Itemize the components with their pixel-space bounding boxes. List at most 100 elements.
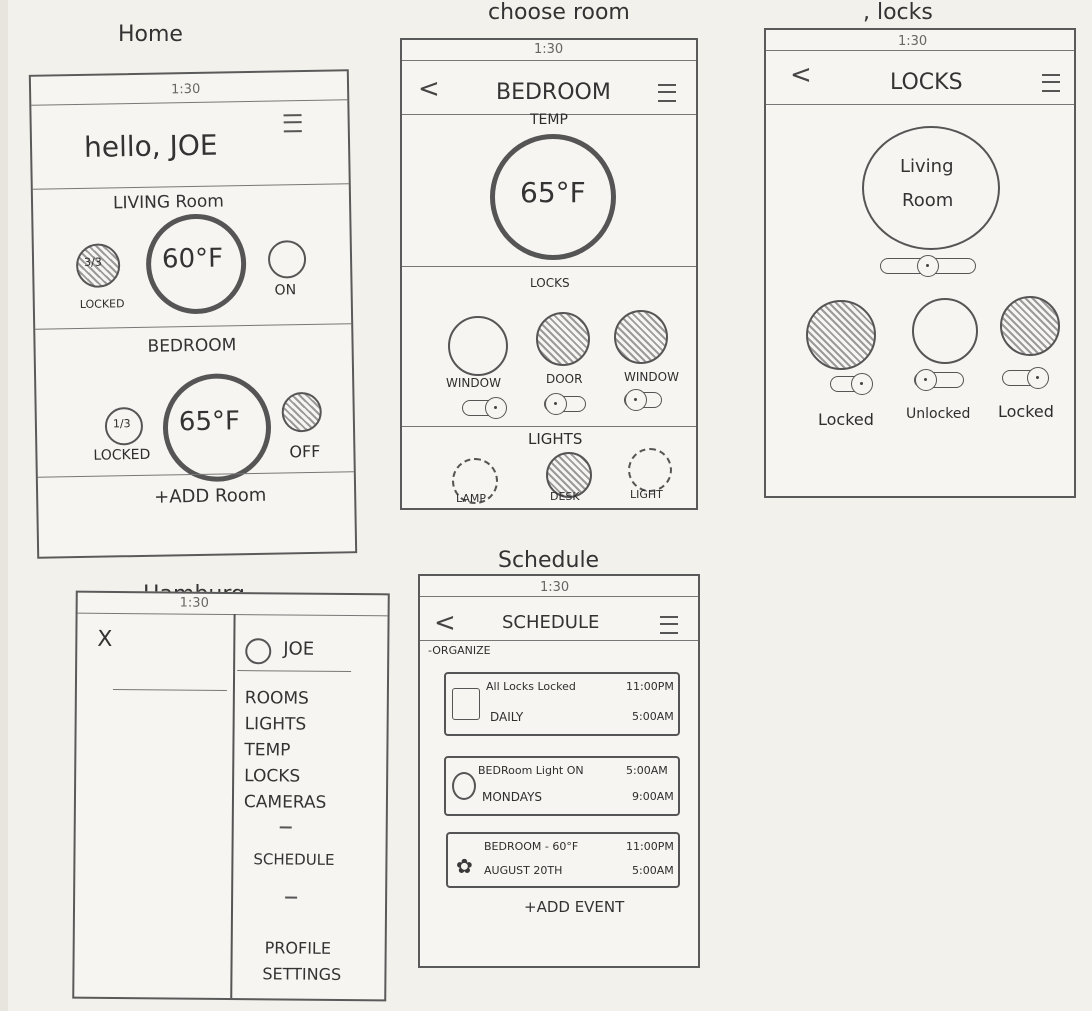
caption-locks: , locks: [863, 0, 933, 25]
event-start: 5:00AM: [626, 764, 668, 777]
hamburger-menu-icon[interactable]: [283, 114, 302, 133]
toggle-knob: [851, 373, 873, 395]
event-end: 9:00AM: [632, 790, 674, 803]
lock-icon-unlocked[interactable]: [912, 298, 978, 364]
add-event-button[interactable]: +ADD EVENT: [524, 898, 624, 916]
menu-item-locks[interactable]: LOCKS: [244, 766, 300, 786]
status-bar-divider: [420, 596, 698, 597]
header-divider: [766, 104, 1074, 105]
close-divider: [112, 688, 227, 691]
schedule-event-card[interactable]: ✿ BEDROOM - 60°F 11:00PM AUGUST 20TH 5:0…: [446, 832, 680, 888]
door-lock-toggle[interactable]: [544, 393, 586, 415]
bedroom-lock-count: 1/3: [112, 417, 131, 431]
room-selector-dial[interactable]: [862, 126, 1000, 250]
toggle-knob: [915, 369, 937, 391]
bedroom-light-status: OFF: [289, 441, 321, 462]
lock-icon-locked[interactable]: [1000, 296, 1060, 356]
locks-section-label: LOCKS: [530, 276, 570, 290]
add-room-button[interactable]: +ADD Room: [154, 485, 266, 508]
status-bar-divider: [402, 60, 696, 61]
lights-section-label: LIGHTS: [528, 430, 583, 448]
window-lock-toggle[interactable]: [462, 397, 507, 419]
locks-divider: [402, 426, 696, 427]
window-lock-icon[interactable]: [448, 316, 508, 376]
event-end: 5:00AM: [632, 710, 674, 723]
bedroom-light-bulb-icon[interactable]: [281, 391, 323, 433]
room-name-line1: Living: [900, 156, 954, 177]
back-arrow-icon[interactable]: <: [418, 74, 440, 104]
header-divider: [420, 640, 698, 641]
status-bar-divider: [766, 50, 1074, 51]
schedule-screen: 1:30 < SCHEDULE -ORGANIZE All Locks Lock…: [418, 574, 700, 968]
lock-status-label: Locked: [818, 410, 874, 429]
status-time: 1:30: [898, 34, 928, 49]
page-title: LOCKS: [890, 70, 963, 95]
window-lock-icon[interactable]: [614, 310, 668, 364]
toggle-knob: [485, 397, 507, 419]
status-time: 1:30: [534, 42, 564, 57]
living-room-light-bulb-icon[interactable]: [267, 240, 307, 279]
light-label-lamp: LAMP: [456, 492, 487, 505]
schedule-event-card[interactable]: BEDRoom Light ON 5:00AM MONDAYS 9:00AM: [444, 756, 680, 816]
menu-item-lights[interactable]: LIGHTS: [245, 714, 307, 735]
hamburger-menu-icon[interactable]: [660, 616, 678, 634]
menu-item-rooms[interactable]: ROOMS: [245, 688, 309, 709]
lock-toggle-locked[interactable]: [830, 373, 873, 395]
toggle-knob: [545, 393, 567, 415]
schedule-event-card[interactable]: All Locks Locked 11:00PM DAILY 5:00AM: [444, 672, 680, 736]
thermostat-temp: 65°F: [520, 176, 586, 209]
living-room-divider: [35, 323, 352, 330]
close-menu-button[interactable]: X: [97, 627, 112, 652]
menu-separator: [285, 896, 298, 899]
room-name-line2: Room: [902, 190, 954, 211]
room-selector-slider[interactable]: [880, 255, 976, 277]
back-arrow-icon[interactable]: <: [790, 60, 812, 90]
lock-icon: [452, 688, 480, 720]
menu-item-profile[interactable]: PROFILE: [265, 938, 331, 958]
lock-label-window: WINDOW: [624, 370, 679, 384]
event-repeat: AUGUST 20TH: [484, 864, 563, 877]
lock-icon-locked[interactable]: [806, 300, 876, 370]
toggle-knob: [625, 389, 647, 411]
home-screen: 1:30 hello, JOE LIVING Room 3/3 LOCKED 6…: [28, 69, 358, 559]
menu-user-name[interactable]: JOE: [283, 638, 314, 659]
event-repeat: MONDAYS: [482, 790, 543, 804]
caption-home: Home: [118, 22, 183, 47]
event-repeat: DAILY: [490, 710, 524, 724]
back-arrow-icon[interactable]: <: [434, 608, 456, 638]
window-lock-toggle[interactable]: [624, 389, 662, 411]
temp-section-label: TEMP: [530, 112, 568, 128]
living-room-light-status: ON: [274, 282, 297, 299]
bedroom-title[interactable]: BEDROOM: [147, 335, 236, 357]
event-end: 5:00AM: [632, 864, 674, 877]
lock-toggle-unlocked[interactable]: [914, 369, 964, 391]
bedroom-lock-status: LOCKED: [93, 446, 151, 464]
event-title: All Locks Locked: [486, 680, 576, 693]
living-room-lock-count: 3/3: [83, 255, 102, 269]
lock-label-door: DOOR: [546, 372, 583, 386]
ceiling-light-icon[interactable]: [628, 448, 672, 492]
light-label-desk: DESK: [550, 490, 580, 503]
status-time: 1:30: [170, 81, 201, 98]
locks-screen: 1:30 < LOCKS Living Room Locked Unlocked…: [764, 28, 1076, 498]
event-start: 11:00PM: [626, 680, 674, 693]
menu-item-settings[interactable]: SETTINGS: [262, 964, 341, 984]
menu-item-temp[interactable]: TEMP: [244, 740, 290, 760]
toggle-knob: [1027, 367, 1049, 389]
user-avatar-icon[interactable]: [245, 638, 272, 665]
page-title: SCHEDULE: [502, 612, 600, 633]
slider-knob: [917, 255, 939, 277]
door-lock-icon[interactable]: [536, 312, 590, 366]
menu-item-schedule[interactable]: SCHEDULE: [253, 850, 334, 869]
page-title: BEDROOM: [496, 80, 611, 105]
living-room-temp: 60°F: [161, 243, 224, 275]
living-room-title[interactable]: LIVING Room: [113, 191, 224, 213]
temp-divider: [402, 266, 696, 267]
sketch-paper: Home choose room , locks Hamburg Schedul…: [8, 0, 1092, 1011]
menu-item-cameras[interactable]: CAMERAS: [244, 792, 327, 813]
hamburger-menu-icon[interactable]: [1042, 74, 1060, 92]
hamburger-menu-icon[interactable]: [658, 84, 676, 102]
status-time: 1:30: [540, 580, 570, 595]
lock-toggle-locked[interactable]: [1002, 367, 1049, 389]
organize-button[interactable]: -ORGANIZE: [428, 644, 491, 657]
